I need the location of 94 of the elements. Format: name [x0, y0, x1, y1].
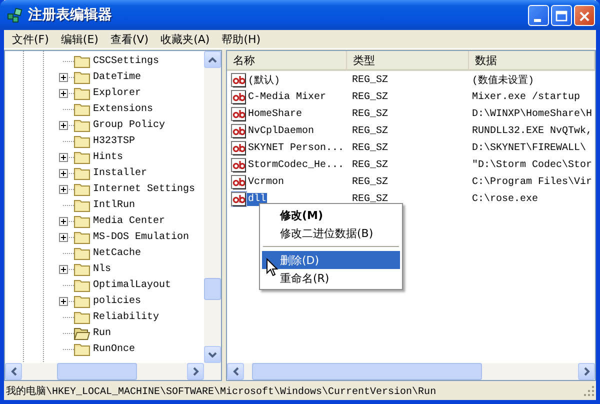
- column-header[interactable]: 数据: [469, 51, 595, 69]
- value-data: D:\SKYNET\FIREWALL\: [471, 142, 588, 154]
- value-data: RUNDLL32.EXE NvQTwk,: [471, 126, 594, 136]
- value-type: REG_SZ: [351, 176, 390, 188]
- tree-item[interactable]: Hints: [93, 152, 124, 162]
- value-name[interactable]: SKYNET Person...: [247, 142, 346, 154]
- context-menu-item[interactable]: 重命名(R): [262, 269, 400, 287]
- expand-button[interactable]: [59, 88, 68, 98]
- value-data: C:\rose.exe: [471, 194, 540, 204]
- registry-icon: [7, 7, 23, 23]
- resize-grip-icon[interactable]: [583, 384, 595, 396]
- expand-button[interactable]: [59, 232, 68, 242]
- column-header[interactable]: 类型: [347, 51, 469, 69]
- tree-item[interactable]: CSCSettings: [93, 56, 160, 66]
- string-value-icon: [231, 174, 247, 190]
- tree-item[interactable]: Group Policy: [93, 120, 166, 130]
- menu-item[interactable]: 编辑(E): [54, 32, 104, 46]
- string-value-icon: [231, 191, 247, 207]
- value-name[interactable]: HomeShare: [247, 108, 304, 120]
- value-type: REG_SZ: [351, 74, 390, 86]
- string-value-icon: [231, 140, 247, 156]
- string-value-icon: [231, 72, 247, 88]
- value-data: (数值未设置): [471, 74, 536, 87]
- tree-item[interactable]: Media Center: [93, 216, 166, 226]
- minimize-button[interactable]: [528, 4, 549, 26]
- value-type: REG_SZ: [351, 108, 390, 120]
- scroll-right-button[interactable]: [578, 363, 595, 380]
- tree-item[interactable]: Reliability: [93, 312, 160, 322]
- minimize-icon: [534, 18, 541, 22]
- tree-item[interactable]: Extensions: [93, 104, 154, 114]
- value-type: REG_SZ: [351, 126, 390, 136]
- scroll-right-button[interactable]: [187, 363, 204, 380]
- value-name[interactable]: NvCplDaemon: [247, 124, 316, 138]
- scroll-down-button[interactable]: [204, 346, 221, 363]
- tree-item[interactable]: Internet Settings: [93, 184, 196, 194]
- expand-button[interactable]: [59, 216, 68, 226]
- value-name[interactable]: dll: [247, 192, 268, 206]
- column-header[interactable]: 名称: [227, 51, 347, 69]
- value-data: C:\Program Files\Vir: [471, 176, 594, 188]
- value-type: REG_SZ: [351, 92, 390, 102]
- expand-button[interactable]: [59, 168, 68, 178]
- value-name[interactable]: StormCodec_He...: [247, 158, 346, 172]
- horizontal-scrollbar[interactable]: [5, 363, 221, 380]
- string-value-icon: [231, 123, 247, 139]
- expand-button[interactable]: [59, 72, 68, 82]
- scroll-thumb[interactable]: [57, 363, 137, 380]
- value-type: REG_SZ: [351, 160, 390, 170]
- tree-item[interactable]: Nls: [93, 264, 112, 274]
- value-name[interactable]: (默认): [247, 72, 282, 88]
- expand-button[interactable]: [59, 264, 68, 274]
- tree-item[interactable]: OptimalLayout: [93, 280, 172, 290]
- vertical-scrollbar[interactable]: [204, 51, 221, 363]
- scroll-up-button[interactable]: [204, 51, 221, 68]
- value-type: REG_SZ: [351, 194, 390, 204]
- value-name[interactable]: C-Media Mixer: [247, 90, 328, 104]
- expand-button[interactable]: [59, 296, 68, 306]
- scroll-left-button[interactable]: [5, 363, 22, 380]
- string-value-icon: [231, 89, 247, 105]
- status-path: 我的电脑\HKEY_LOCAL_MACHINE\SOFTWARE\Microsoft\Windows\CurrentVersion\Run: [6, 384, 438, 398]
- expand-button[interactable]: [59, 120, 68, 130]
- tree-item[interactable]: RunOnce: [93, 344, 136, 354]
- string-value-icon: [231, 157, 247, 173]
- maximize-button[interactable]: [551, 4, 572, 26]
- menu-item[interactable]: 文件(F): [6, 32, 55, 46]
- menu-item[interactable]: 帮助(H): [216, 32, 267, 46]
- context-menu-item[interactable]: 删除(D): [262, 251, 400, 269]
- horizontal-scrollbar[interactable]: [227, 363, 595, 380]
- context-menu-item[interactable]: 修改(M): [262, 206, 400, 224]
- string-value-icon: [231, 106, 247, 122]
- tree-item[interactable]: H323TSP: [93, 136, 136, 146]
- value-name[interactable]: Vcrmon: [247, 176, 286, 188]
- value-data: D:\WINXP\HomeShare\H: [471, 108, 594, 120]
- tree-item[interactable]: Installer: [93, 168, 148, 178]
- scroll-thumb[interactable]: [252, 363, 482, 380]
- tree-item[interactable]: IntlRun: [93, 200, 136, 210]
- tree-item[interactable]: policies: [93, 296, 142, 306]
- expand-button[interactable]: [59, 184, 68, 194]
- tree-item[interactable]: DateTime: [93, 72, 142, 82]
- tree-item[interactable]: Run: [93, 328, 112, 338]
- scroll-thumb[interactable]: [204, 278, 221, 300]
- tree-item[interactable]: Explorer: [93, 88, 142, 98]
- value-data: Mixer.exe /startup: [471, 92, 582, 102]
- context-menu-item[interactable]: 修改二进位数据(B): [262, 224, 400, 242]
- menu-item[interactable]: 查看(V): [104, 32, 155, 46]
- value-type: REG_SZ: [351, 142, 390, 154]
- close-button[interactable]: [574, 4, 595, 26]
- value-data: "D:\Storm Codec\Stor: [471, 160, 594, 170]
- tree-item[interactable]: NetCache: [93, 248, 142, 258]
- window-title: 注册表编辑器: [28, 6, 113, 24]
- menu-item[interactable]: 收藏夹(A): [154, 32, 216, 46]
- mouse-pointer-icon: [266, 258, 278, 277]
- scroll-left-button[interactable]: [227, 363, 244, 380]
- tree-item[interactable]: MS-DOS Emulation: [93, 232, 190, 242]
- expand-button[interactable]: [59, 152, 68, 162]
